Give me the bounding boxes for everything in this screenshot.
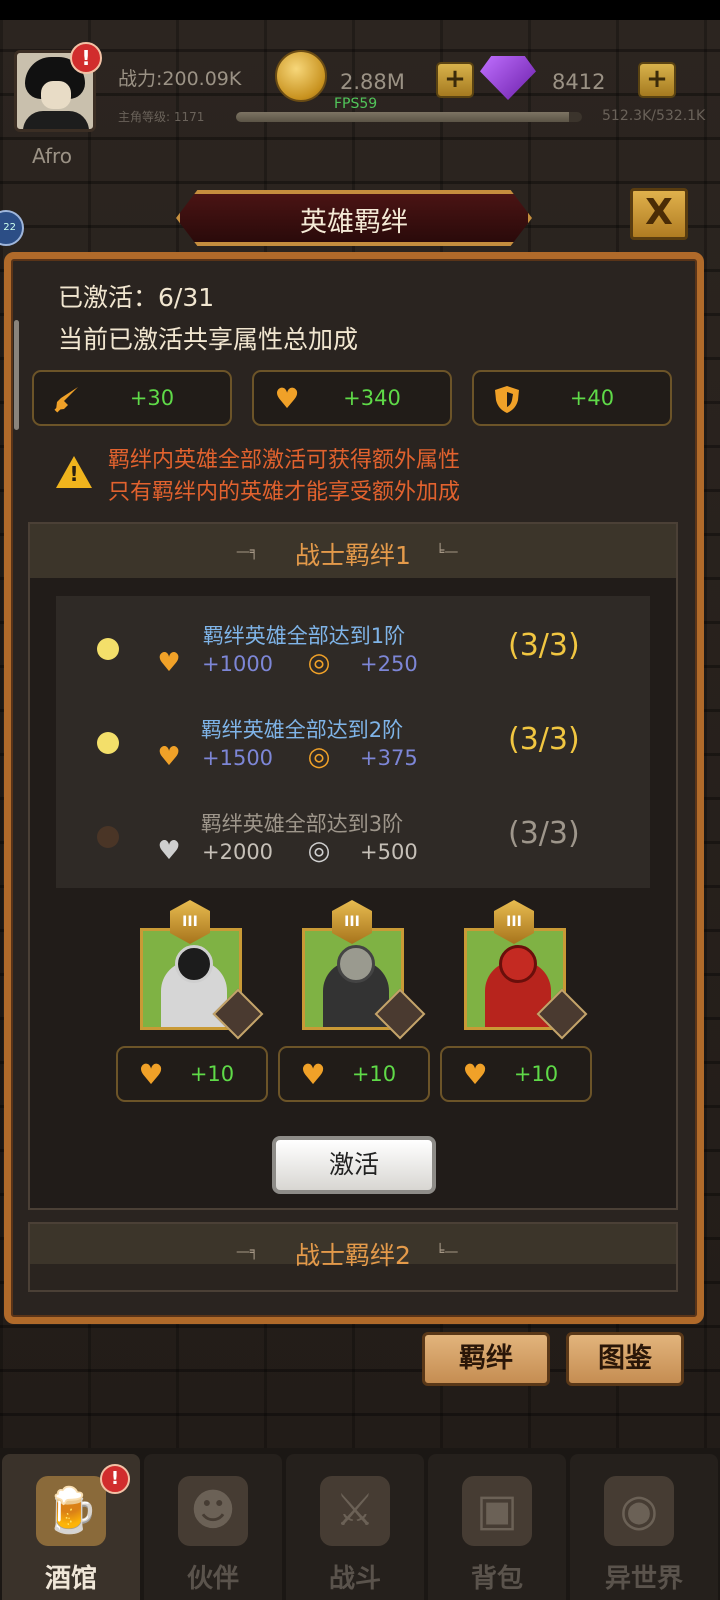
summary-defense-value: +40 [569,386,615,410]
tier-requirement: 羁绊英雄全部达到1阶 [202,624,406,648]
summary-stat-defense: +40 [472,370,672,426]
target-icon: ◎ [307,742,331,772]
target-icon: ◎ [307,836,331,866]
bond-section-1-title: 战士羁绊1 [295,541,411,570]
tier-crit-bonus: +250 [360,652,418,676]
tab-label: 酒馆 [44,1564,97,1594]
bond-header-ornament-right: ╘— [436,1244,459,1260]
tier-requirement: 羁绊英雄全部达到2阶 [200,718,404,742]
tier-hp-bonus: +2000 [202,840,274,864]
tier-hp-bonus: +1000 [202,652,274,676]
exp-text: 512.3K/532.1K [602,108,706,124]
tab-label: 异世界 [604,1564,683,1594]
bond-button[interactable]: 羁绊 [422,1332,550,1386]
exp-progress-fill [236,112,570,122]
summary-attack-value: +30 [129,386,175,410]
activate-button[interactable]: 激活 [272,1136,436,1194]
bond-tier-row: 羁绊英雄全部达到3阶 ♥ +2000 ◎ +500 (3/3) [56,798,650,884]
bond-section-2-title: 战士羁绊2 [295,1241,411,1270]
close-button[interactable]: X [630,188,688,240]
tier-crit-bonus: +500 [360,840,418,864]
warning-line-2: 只有羁绊内的英雄才能享受额外加成 [108,480,461,505]
gold-amount: 2.88M [340,70,405,94]
bond-header-ornament-right: ╘— [436,544,459,560]
dialog-title: 英雄羁绊 [300,207,408,238]
tier-progress: (3/3) [508,722,580,757]
battle-swords-icon: ⚔ [320,1476,390,1546]
tier-progress: (3/3) [508,628,580,663]
summary-stat-attack: +30 [32,370,232,426]
tier-status-dot [97,638,119,660]
heart-icon: ♥ [157,742,181,772]
backpack-icon: ▣ [462,1476,532,1546]
warning-icon-mark: ! [69,462,79,486]
hero-bonus-value: +10 [513,1062,559,1086]
warning-line-1: 羁绊内英雄全部激活可获得额外属性 [108,448,461,473]
bond-tier-row: 羁绊英雄全部达到1阶 ♥ +1000 ◎ +250 (3/3) [56,610,650,696]
partner-icon: ☻ [178,1476,248,1546]
tier-hp-bonus: +1500 [202,746,274,770]
hero-bonus-3: ♥ +10 [440,1046,592,1102]
fps-counter: FPS59 [334,96,378,112]
exp-progress-bar [236,112,582,122]
tab-alert-badge: ! [100,1464,130,1494]
codex-button[interactable]: 图鉴 [566,1332,684,1386]
hero-bonus-value: +10 [351,1062,397,1086]
tab-otherworld[interactable]: ◉ 异世界 [570,1454,718,1600]
tab-partner[interactable]: ☻ 伙伴 [144,1454,282,1600]
combat-power: 战力:200.09K [118,68,242,90]
player-level: 主角等级: 1171 [118,110,205,124]
heart-icon: ♥ [157,836,181,866]
hero-bonus-value: +10 [189,1062,235,1086]
target-icon: ◎ [307,648,331,678]
summary-stat-hp: ♥ +340 [252,370,452,426]
heart-icon: ♥ [157,648,181,678]
tier-progress: (3/3) [508,816,580,851]
scrollbar[interactable] [14,320,19,430]
tier-status-dot [97,826,119,848]
hero-bonus-1: ♥ +10 [116,1046,268,1102]
tavern-mug-icon: 🍺 [36,1476,106,1546]
add-gem-button[interactable]: + [638,62,676,98]
system-status-bar [0,0,720,20]
activated-count: 已激活：6/31 [58,283,215,312]
player-name: Afro [32,144,73,168]
shared-bonus-title: 当前已激活共享属性总加成 [58,325,359,354]
tab-label: 战斗 [328,1564,381,1594]
gold-coin-icon [275,50,327,102]
tier-requirement: 羁绊英雄全部达到3阶 [200,812,404,836]
tier-status-dot [97,732,119,754]
portal-icon: ◉ [604,1476,674,1546]
avatar-alert-badge: ! [70,42,102,74]
tab-backpack[interactable]: ▣ 背包 [428,1454,566,1600]
summary-hp-value: +340 [343,386,401,410]
tier-crit-bonus: +375 [360,746,418,770]
gem-amount: 8412 [552,70,606,94]
tab-battle[interactable]: ⚔ 战斗 [286,1454,424,1600]
bond-tier-row: 羁绊英雄全部达到2阶 ♥ +1500 ◎ +375 (3/3) [56,704,650,790]
add-gold-button[interactable]: + [436,62,474,98]
tab-label: 背包 [470,1564,523,1594]
hero-bonus-2: ♥ +10 [278,1046,430,1102]
tab-label: 伙伴 [186,1564,239,1594]
